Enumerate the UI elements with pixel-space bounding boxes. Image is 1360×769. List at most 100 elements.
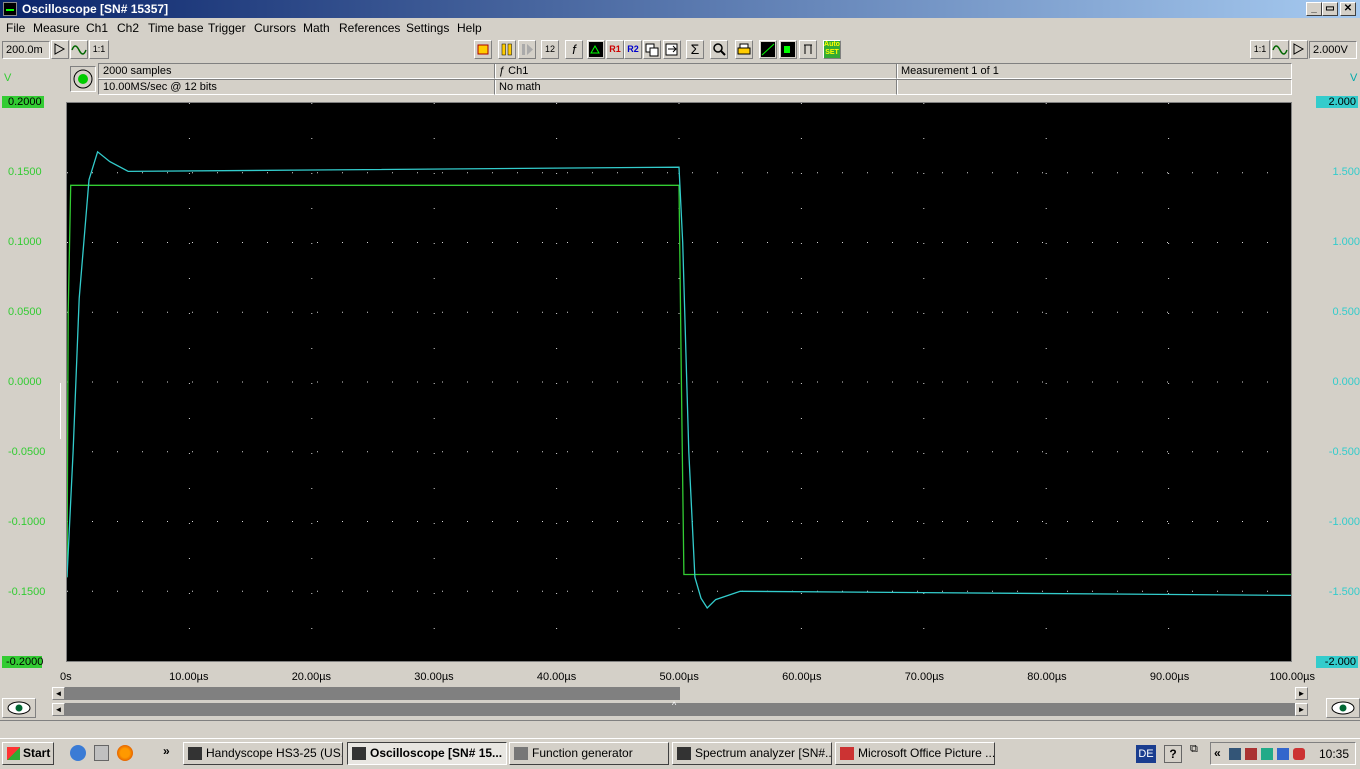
menu-measure[interactable]: Measure (33, 21, 80, 35)
antivirus-tray-icon[interactable] (1293, 748, 1305, 760)
y-tick-right: -2.000 (1316, 656, 1358, 668)
pause-icon[interactable] (498, 40, 516, 59)
explorer-quicklaunch-icon[interactable] (94, 745, 109, 761)
menu-file[interactable]: File (6, 21, 25, 35)
sample-rate-cell: 10.00MS/sec @ 12 bits (98, 79, 496, 95)
ch2-sine-coupling-icon[interactable] (1271, 40, 1289, 59)
sum-button[interactable]: Σ (686, 40, 704, 59)
y-tick-right: 1.500 (1332, 166, 1360, 178)
x-tick: 0s (60, 671, 72, 683)
wifi-tray-icon[interactable] (1277, 748, 1289, 760)
auto-set-label: Auto SET (824, 41, 840, 56)
measurement-value-cell (896, 79, 1292, 95)
x-tick: 70.00µs (904, 671, 945, 683)
scroll-right-icon[interactable]: ► (1295, 687, 1308, 700)
taskbar: Start » Handyscope HS3-25 (US... Oscillo… (0, 738, 1360, 769)
ie-quicklaunch-icon[interactable] (70, 745, 86, 761)
y-tick-left: 0.1000 (8, 236, 42, 248)
menu-ch2[interactable]: Ch2 (117, 21, 139, 35)
sum-label: Σ (690, 41, 700, 57)
spectrum-analyzer-task-icon (677, 747, 691, 760)
copy-waveform-icon[interactable] (643, 40, 661, 59)
task-spectrum-analyzer[interactable]: Spectrum analyzer [SN#... (672, 742, 832, 765)
menu-time-base[interactable]: Time base (148, 21, 204, 35)
sine-coupling-icon[interactable] (70, 40, 88, 59)
close-button[interactable]: ✕ (1340, 2, 1356, 16)
tray-expand-chevron[interactable]: « (1214, 746, 1221, 760)
measurement-cell: Measurement 1 of 1 (896, 63, 1292, 79)
scroll-thumb[interactable] (65, 687, 680, 700)
export-icon[interactable] (663, 40, 681, 59)
ch1-visibility-eye-icon[interactable] (2, 698, 36, 718)
reference-r1-button[interactable]: R1 (606, 40, 624, 59)
task-oscilloscope[interactable]: Oscilloscope [SN# 15... (347, 742, 507, 765)
ch2-trigger-slope-icon[interactable] (1290, 40, 1308, 59)
task-function-generator[interactable]: Function generator (509, 742, 669, 765)
menu-settings[interactable]: Settings (406, 21, 449, 35)
right-axis-unit: V (1350, 72, 1358, 84)
menu-trigger[interactable]: Trigger (208, 21, 246, 35)
restore-window-tray-icon[interactable]: ⧉ (1190, 743, 1198, 756)
average-icon[interactable] (799, 40, 817, 59)
scroll-left-icon[interactable]: ◄ (52, 687, 65, 700)
menu-math[interactable]: Math (303, 21, 330, 35)
ch1-range-field[interactable]: 200.0m (2, 41, 50, 59)
reference-r2-label: R2 (627, 44, 639, 54)
record-icon[interactable] (474, 40, 492, 59)
quicklaunch-more-chevron[interactable]: » (163, 744, 170, 758)
restore-button[interactable]: ▭ (1322, 2, 1338, 16)
zoom-center-marker: ^ (672, 700, 677, 710)
ch2-visibility-eye-icon[interactable] (1326, 698, 1360, 718)
language-indicator[interactable]: DE (1136, 745, 1156, 763)
auto-set-button[interactable]: Auto SET (823, 40, 841, 59)
network-tray-icon[interactable] (1229, 748, 1241, 760)
help-tray-icon[interactable]: ? (1164, 745, 1182, 763)
reference-r2-button[interactable]: R2 (624, 40, 642, 59)
print-icon[interactable] (735, 40, 753, 59)
channel-cell: ƒ Ch1 (494, 63, 898, 79)
y-tick-left: -0.2000 (2, 656, 43, 668)
single-shot-icon[interactable] (518, 40, 536, 59)
x-tick: 90.00µs (1149, 671, 1190, 683)
function-button[interactable]: f (565, 40, 583, 59)
menu-ch1[interactable]: Ch1 (86, 21, 108, 35)
resolution-button[interactable]: 12 (541, 40, 559, 59)
menu-cursors[interactable]: Cursors (254, 21, 296, 35)
zoom-right-icon[interactable]: ► (1295, 703, 1308, 716)
x-tick: 60.00µs (782, 671, 822, 683)
function-generator-task-icon (514, 747, 528, 760)
ch2-probe-ratio-button[interactable]: 1:1 (1250, 40, 1270, 59)
firefox-quicklaunch-icon[interactable] (117, 745, 133, 761)
minimize-button[interactable]: _ (1306, 2, 1322, 16)
samples-cell: 2000 samples (98, 63, 496, 79)
zoom-scrollbar[interactable]: ◄ ^ ► (52, 700, 1308, 716)
display-mode-icon[interactable] (759, 40, 777, 59)
volume-tray-icon[interactable] (1261, 748, 1273, 760)
zoom-magnifier-icon[interactable] (710, 40, 728, 59)
task-office-picture[interactable]: Microsoft Office Picture ... (835, 742, 995, 765)
trigger-slope-icon[interactable] (51, 40, 69, 59)
waveform-plot[interactable] (66, 102, 1292, 662)
math-cell: No math (494, 79, 898, 95)
xy-mode-icon[interactable] (587, 40, 605, 59)
security-tray-icon[interactable] (1245, 748, 1257, 760)
task-handyscope-label: Handyscope HS3-25 (US... (206, 746, 343, 760)
start-button[interactable]: Start (2, 742, 54, 765)
trigger-level-marker[interactable] (60, 383, 64, 439)
ch1-probe-ratio-button[interactable]: 1:1 (89, 40, 109, 59)
ch2-range-field[interactable]: 2.000V (1309, 41, 1357, 59)
y-tick-right: -0.500 (1328, 446, 1360, 458)
zoom-left-icon[interactable]: ◄ (52, 703, 65, 716)
time-scrollbar[interactable]: ◄ ► (52, 687, 1308, 700)
oscilloscope-app-icon[interactable] (3, 2, 17, 16)
persistence-icon[interactable] (779, 40, 797, 59)
toolbar: 200.0m 1:1 12 f R1 R2 Σ Auto SET 1:1 2.0… (0, 38, 1360, 62)
resolution-label: 12 (544, 44, 555, 54)
menu-references[interactable]: References (339, 21, 400, 35)
y-tick-left: -0.0500 (8, 446, 46, 458)
y-tick-left: -0.1000 (8, 516, 46, 528)
run-indicator[interactable] (70, 66, 96, 92)
title-bar[interactable]: Oscilloscope [SN# 15357] _ ▭ ✕ (0, 0, 1360, 18)
menu-help[interactable]: Help (457, 21, 482, 35)
task-handyscope[interactable]: Handyscope HS3-25 (US... (183, 742, 343, 765)
